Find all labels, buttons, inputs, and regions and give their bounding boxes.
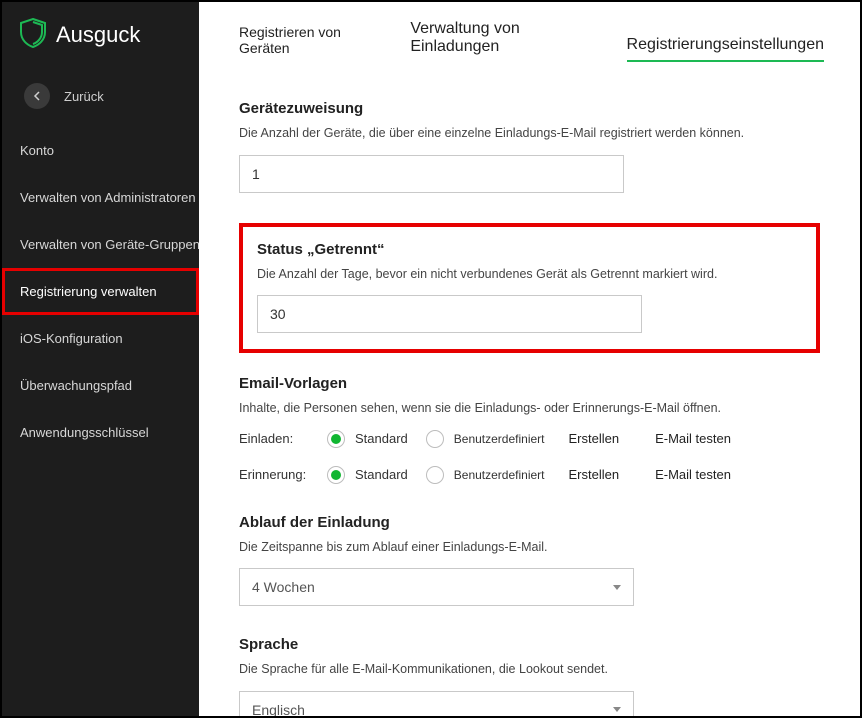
radio-label: Benutzerdefiniert bbox=[454, 468, 545, 482]
row-label: Erinnerung: bbox=[239, 467, 317, 482]
select-value: Englisch bbox=[252, 702, 305, 717]
section-title: Status „Getrennt“ bbox=[257, 241, 802, 258]
section-desc: Die Sprache für alle E-Mail-Kommunikatio… bbox=[239, 661, 820, 679]
shield-icon bbox=[20, 18, 46, 51]
section-desc: Die Anzahl der Geräte, die über eine ein… bbox=[239, 125, 820, 143]
section-title: Gerätezuweisung bbox=[239, 100, 820, 117]
section-desc: Die Zeitspanne bis zum Ablauf einer Einl… bbox=[239, 539, 820, 557]
select-value: 4 Wochen bbox=[252, 579, 315, 595]
section-desc: Inhalte, die Personen sehen, wenn sie di… bbox=[239, 400, 820, 418]
row-label: Einladen: bbox=[239, 431, 317, 446]
sidebar-item-ios-config[interactable]: iOS-Konfiguration bbox=[2, 315, 199, 362]
invite-standard-radio[interactable] bbox=[327, 430, 345, 448]
back-button[interactable]: Zurück bbox=[2, 71, 199, 127]
disconnected-days-input[interactable] bbox=[257, 295, 642, 333]
reminder-create-link[interactable]: Erstellen bbox=[569, 467, 620, 482]
sidebar-item-audit[interactable]: Überwachungspfad bbox=[2, 362, 199, 409]
section-disconnected-status: Status „Getrennt“ Die Anzahl der Tage, b… bbox=[239, 223, 820, 354]
section-email-templates: Email-Vorlagen Inhalte, die Personen seh… bbox=[239, 375, 820, 484]
invite-create-link[interactable]: Erstellen bbox=[569, 431, 620, 446]
reminder-standard-radio[interactable] bbox=[327, 466, 345, 484]
sidebar-item-account[interactable]: Konto bbox=[2, 127, 199, 174]
back-label: Zurück bbox=[64, 89, 104, 104]
reminder-custom-radio[interactable] bbox=[426, 466, 444, 484]
reminder-template-row: Erinnerung: Standard Benutzerdefiniert E… bbox=[239, 466, 820, 484]
chevron-down-icon bbox=[613, 707, 621, 712]
sidebar-item-device-groups[interactable]: Verwalten von Geräte-Gruppen bbox=[2, 221, 199, 268]
radio-label: Standard bbox=[355, 467, 408, 482]
reminder-test-link[interactable]: E-Mail testen bbox=[655, 467, 731, 482]
section-title: Ablauf der Einladung bbox=[239, 514, 820, 531]
device-count-input[interactable] bbox=[239, 155, 624, 193]
brand-title: Ausguck bbox=[56, 22, 140, 48]
section-title: Email-Vorlagen bbox=[239, 375, 820, 392]
section-language: Sprache Die Sprache für alle E-Mail-Komm… bbox=[239, 636, 820, 716]
section-device-assignment: Gerätezuweisung Die Anzahl der Geräte, d… bbox=[239, 100, 820, 193]
radio-label: Benutzerdefiniert bbox=[454, 432, 545, 446]
sidebar-item-admins[interactable]: Verwalten von Administratoren bbox=[2, 174, 199, 221]
sidebar-item-app-keys[interactable]: Anwendungsschlüssel bbox=[2, 409, 199, 456]
radio-label: Standard bbox=[355, 431, 408, 446]
main-panel: Registrieren von Geräten Verwaltung von … bbox=[199, 2, 860, 716]
invite-test-link[interactable]: E-Mail testen bbox=[655, 431, 731, 446]
chevron-down-icon bbox=[613, 585, 621, 590]
sidebar-item-enrollment[interactable]: Registrierung verwalten bbox=[2, 268, 199, 315]
sidebar: Ausguck Zurück Konto Verwalten von Admin… bbox=[2, 2, 199, 716]
section-title: Sprache bbox=[239, 636, 820, 653]
tabs: Registrieren von Geräten Verwaltung von … bbox=[199, 2, 860, 72]
tab-manage-invites[interactable]: Verwaltung von Einladungen bbox=[410, 20, 606, 62]
invite-custom-radio[interactable] bbox=[426, 430, 444, 448]
tab-register-devices[interactable]: Registrieren von Geräten bbox=[239, 24, 390, 62]
tab-enrollment-settings[interactable]: Registrierungseinstellungen bbox=[627, 36, 824, 62]
expiry-select[interactable]: 4 Wochen bbox=[239, 568, 634, 606]
invite-template-row: Einladen: Standard Benutzerdefiniert Ers… bbox=[239, 430, 820, 448]
section-invite-expiry: Ablauf der Einladung Die Zeitspanne bis … bbox=[239, 514, 820, 607]
section-desc: Die Anzahl der Tage, bevor ein nicht ver… bbox=[257, 266, 802, 284]
chevron-left-icon bbox=[24, 83, 50, 109]
language-select[interactable]: Englisch bbox=[239, 691, 634, 717]
brand: Ausguck bbox=[2, 2, 199, 71]
